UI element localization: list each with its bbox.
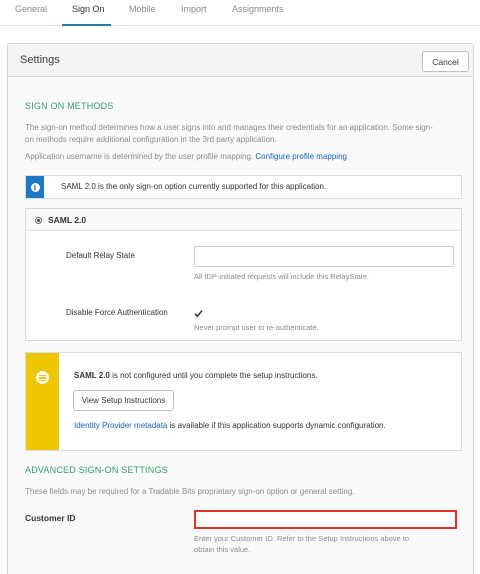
sign-on-description: The sign-on method determines how a user… xyxy=(25,122,465,145)
panel-header: Settings Cancel xyxy=(8,44,473,77)
relay-state-label: Default Relay State xyxy=(66,251,135,260)
tab-bar: General Sign On Mobile Import Assignment… xyxy=(0,0,480,26)
setup-warning-text: SAML 2.0 is not configured until you com… xyxy=(74,371,318,380)
tab-sign-on[interactable]: Sign On xyxy=(62,4,111,26)
identity-provider-metadata-link[interactable]: Identity Provider metadata xyxy=(74,421,167,430)
panel-title: Settings xyxy=(20,54,60,66)
metadata-note-text: is available if this application support… xyxy=(167,421,386,430)
setup-warning-rest: is not configured until you complete the… xyxy=(109,371,318,380)
advanced-description: These fields may be required for a Trada… xyxy=(25,487,355,496)
customer-id-label: Customer ID xyxy=(25,513,76,523)
advanced-settings-heading: ADVANCED SIGN-ON SETTINGS xyxy=(25,465,168,475)
warning-bar xyxy=(26,353,59,450)
tab-mobile[interactable]: Mobile xyxy=(129,4,156,26)
info-icon: i xyxy=(30,182,40,192)
saml-option-label: SAML 2.0 xyxy=(48,215,87,225)
saml-option-box: SAML 2.0 Default Relay State All IDP-ini… xyxy=(25,208,462,341)
force-auth-label: Disable Force Authentication xyxy=(66,308,168,317)
relay-state-input[interactable] xyxy=(194,246,454,267)
customer-id-hint-line1: Enter your Customer ID. Refer to the Set… xyxy=(194,534,410,543)
setup-warning-bold: SAML 2.0 xyxy=(74,371,110,380)
tab-general[interactable]: General xyxy=(15,4,47,26)
saml-option-header: SAML 2.0 xyxy=(26,209,461,231)
view-setup-instructions-button[interactable]: View Setup Instructions xyxy=(73,390,174,411)
username-text: Application username is determined by th… xyxy=(25,152,254,161)
saml-radio-button[interactable] xyxy=(35,217,42,224)
list-icon xyxy=(36,371,49,384)
info-icon-bar: i xyxy=(26,176,44,198)
info-notice: i SAML 2.0 is the only sign-on option cu… xyxy=(25,175,462,199)
tab-assignments[interactable]: Assignments xyxy=(232,4,284,26)
username-note: Application username is determined by th… xyxy=(25,151,347,163)
settings-panel: Settings Cancel SIGN ON METHODS The sign… xyxy=(7,43,474,574)
customer-id-hint: Enter your Customer ID. Refer to the Set… xyxy=(194,533,434,555)
metadata-note: Identity Provider metadata is available … xyxy=(74,421,386,430)
checkmark-icon xyxy=(194,310,203,318)
sign-on-description-line1: The sign-on method determines how a user… xyxy=(25,123,433,132)
info-notice-text: SAML 2.0 is the only sign-on option curr… xyxy=(61,182,327,191)
sign-on-description-line2: on methods require additional configurat… xyxy=(25,134,277,144)
relay-state-hint: All IDP-initiated requests will include … xyxy=(194,272,370,281)
force-auth-checkbox[interactable] xyxy=(194,309,203,318)
setup-warning: SAML 2.0 is not configured until you com… xyxy=(25,352,462,451)
customer-id-hint-line2: obtain this value. xyxy=(194,545,251,554)
customer-id-input[interactable] xyxy=(194,510,457,529)
tab-import[interactable]: Import xyxy=(181,4,207,26)
cancel-button[interactable]: Cancel xyxy=(422,51,469,72)
sign-on-methods-heading: SIGN ON METHODS xyxy=(25,101,114,111)
configure-profile-mapping-link[interactable]: Configure profile mapping xyxy=(255,152,347,161)
force-auth-hint: Never prompt user to re-authenticate. xyxy=(194,323,319,332)
